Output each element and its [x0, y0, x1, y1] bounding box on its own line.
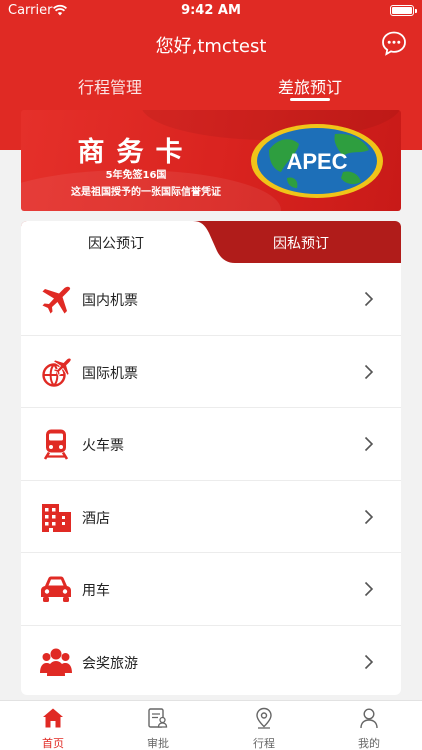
apec-logo-text: APEC: [286, 149, 347, 174]
group-icon: [40, 648, 72, 676]
service-menu: 国内机票 国际机票 火车票 酒店 用车 会奖旅游: [21, 263, 401, 695]
chat-icon[interactable]: [381, 30, 407, 56]
chevron-right-icon: [364, 581, 374, 597]
chevron-right-icon: [364, 654, 374, 669]
tabbar-label: 我的: [358, 737, 380, 750]
location-icon: [256, 707, 272, 729]
train-icon: [43, 429, 69, 460]
menu-item-label: 会奖旅游: [82, 655, 138, 672]
tabbar-label: 审批: [147, 737, 169, 750]
tabbar-home[interactable]: 首页: [23, 707, 83, 750]
chevron-right-icon: [364, 291, 374, 307]
banner-subtitle: 5年免签16国: [105, 170, 167, 181]
tabbar-approval[interactable]: 审批: [128, 707, 188, 750]
chevron-right-icon: [364, 509, 374, 524]
bottom-tab-bar: 首页 审批 行程 我的: [0, 700, 422, 750]
banner-title: 商务卡: [77, 137, 195, 168]
menu-item-label: 国际机票: [82, 365, 138, 382]
menu-item-label: 酒店: [82, 510, 110, 527]
home-icon: [43, 708, 63, 728]
tab-travel-booking[interactable]: 差旅预订: [250, 74, 370, 98]
promo-banner[interactable]: 商务卡 5年免签16国 这是祖国授予的一张国际信誉凭证 APEC: [21, 110, 401, 211]
globe-plane-icon: [42, 357, 72, 387]
battery-icon: [390, 5, 417, 16]
tab-business-booking[interactable]: 因公预订: [61, 233, 171, 253]
chevron-right-icon: [364, 436, 374, 452]
profile-icon: [360, 708, 378, 729]
plane-icon: [42, 286, 71, 314]
menu-item-car-service[interactable]: 用车: [21, 553, 401, 626]
booking-type-tabs: 因公预订 因私预订: [21, 221, 401, 263]
clock: 9:42 AM: [181, 3, 241, 18]
apec-globe-logo: APEC: [251, 124, 383, 198]
menu-item-label: 国内机票: [82, 293, 138, 309]
chevron-right-icon: [364, 364, 374, 379]
tabbar-itinerary[interactable]: 行程: [234, 707, 294, 750]
menu-item-label: 用车: [82, 583, 110, 599]
top-tabs: 行程管理 差旅预订: [0, 70, 422, 106]
menu-item-train-ticket[interactable]: 火车票: [21, 408, 401, 481]
status-bar: Carrier 9:42 AM: [0, 0, 422, 24]
tabbar-profile[interactable]: 我的: [339, 707, 399, 750]
approval-icon: [148, 708, 168, 728]
hotel-icon: [42, 503, 71, 532]
tab-trip-management[interactable]: 行程管理: [50, 74, 170, 98]
menu-item-label: 火车票: [82, 438, 124, 454]
menu-item-domestic-flight[interactable]: 国内机票: [21, 263, 401, 336]
banner-tagline: 这是祖国授予的一张国际信誉凭证: [71, 187, 221, 198]
menu-item-international-flight[interactable]: 国际机票: [21, 336, 401, 408]
tabbar-label: 首页: [42, 737, 64, 750]
menu-item-mice-travel[interactable]: 会奖旅游: [21, 626, 401, 696]
tab-private-booking[interactable]: 因私预订: [246, 233, 356, 253]
active-tab-indicator: [290, 98, 330, 101]
car-icon: [41, 576, 71, 602]
menu-item-hotel[interactable]: 酒店: [21, 481, 401, 553]
tabbar-label: 行程: [253, 737, 275, 750]
booking-card: 因公预订 因私预订 国内机票 国际机票 火车票 酒店 用车 会奖旅游: [21, 221, 401, 695]
greeting-title: 您好,tmctest: [155, 36, 267, 57]
